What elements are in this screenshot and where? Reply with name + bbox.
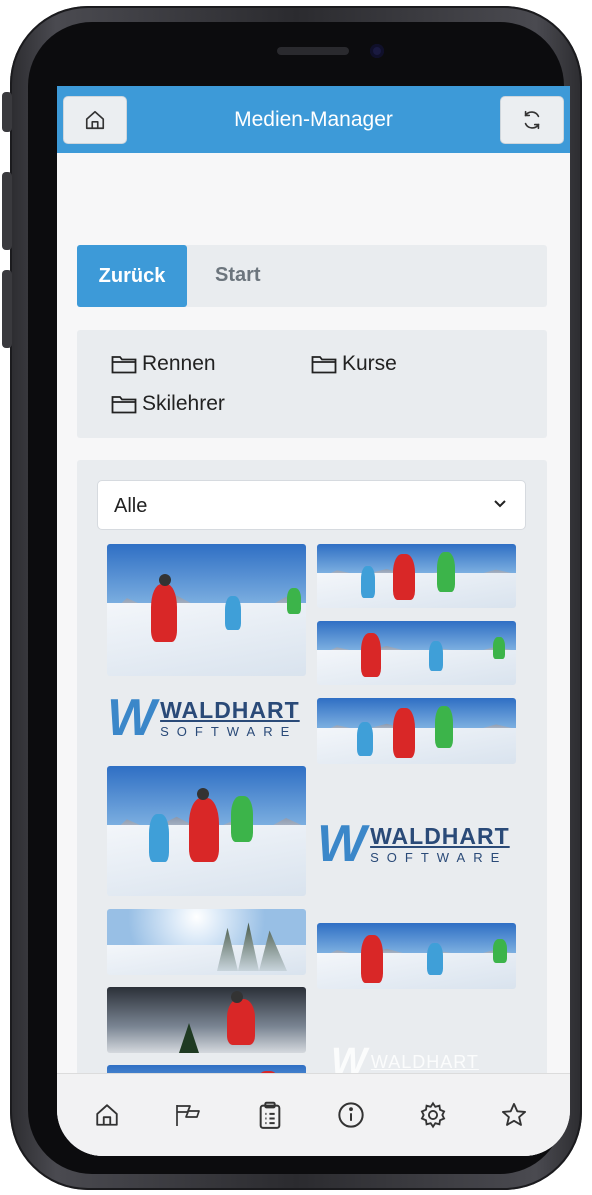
gear-icon bbox=[420, 1101, 446, 1129]
back-button[interactable]: Zurück bbox=[77, 245, 187, 307]
folder-label: Skilehrer bbox=[142, 392, 225, 415]
media-thumbnail[interactable] bbox=[107, 909, 306, 975]
filter-selected: Alle bbox=[114, 495, 148, 517]
breadcrumb: Zurück Start bbox=[77, 245, 547, 307]
app-header: Medien-Manager bbox=[57, 86, 570, 153]
star-icon bbox=[501, 1102, 527, 1126]
bottom-navigation bbox=[57, 1073, 570, 1156]
home-icon bbox=[96, 1104, 118, 1126]
folder-icon bbox=[311, 356, 337, 374]
nav-home[interactable] bbox=[90, 1098, 124, 1132]
phone-side-button bbox=[2, 92, 12, 132]
nav-info[interactable] bbox=[334, 1098, 368, 1132]
flag-icon bbox=[176, 1105, 200, 1126]
media-thumbnail[interactable] bbox=[317, 544, 516, 608]
folder-list: Rennen Kurse Skilehrer bbox=[77, 330, 547, 438]
nav-settings[interactable] bbox=[416, 1098, 450, 1132]
info-icon bbox=[338, 1102, 364, 1128]
nav-flag[interactable] bbox=[171, 1098, 205, 1132]
media-gallery: Alle W WALDHART SOFTWARE W WALDHART SOFT… bbox=[77, 460, 547, 1156]
filter-select[interactable]: Alle bbox=[97, 480, 526, 530]
folder-icon bbox=[111, 396, 137, 414]
refresh-icon bbox=[524, 110, 540, 130]
folder-item-kurse[interactable]: Kurse bbox=[311, 352, 397, 376]
folder-label: Kurse bbox=[342, 352, 397, 375]
clipboard-icon bbox=[259, 1101, 281, 1129]
folder-icon bbox=[111, 356, 137, 374]
waldhart-logo: W WALDHART SOFTWARE bbox=[317, 815, 510, 873]
nav-clipboard[interactable] bbox=[253, 1098, 287, 1132]
phone-side-button bbox=[2, 270, 12, 348]
media-thumbnail[interactable] bbox=[317, 698, 516, 764]
media-thumbnail[interactable] bbox=[317, 923, 516, 989]
chevron-down-icon bbox=[494, 500, 506, 508]
breadcrumb-start[interactable]: Start bbox=[215, 264, 261, 287]
app-screen: Medien-Manager Zurück Start Rennen Kurse… bbox=[57, 86, 570, 1156]
waldhart-logo: W WALDHART SOFTWARE bbox=[107, 689, 300, 747]
folder-item-rennen[interactable]: Rennen bbox=[111, 352, 216, 376]
phone-speaker bbox=[277, 47, 349, 55]
page-title: Medien-Manager bbox=[234, 108, 393, 131]
folder-label: Rennen bbox=[142, 352, 216, 375]
media-thumbnail[interactable] bbox=[107, 544, 306, 676]
media-thumbnail[interactable] bbox=[317, 621, 516, 685]
media-thumbnail[interactable] bbox=[107, 766, 306, 896]
media-thumbnail[interactable] bbox=[107, 987, 306, 1053]
folder-item-skilehrer[interactable]: Skilehrer bbox=[111, 392, 225, 416]
nav-favorites[interactable] bbox=[497, 1098, 531, 1132]
phone-side-button bbox=[2, 172, 12, 250]
phone-camera bbox=[370, 44, 384, 58]
refresh-button[interactable] bbox=[500, 96, 564, 144]
